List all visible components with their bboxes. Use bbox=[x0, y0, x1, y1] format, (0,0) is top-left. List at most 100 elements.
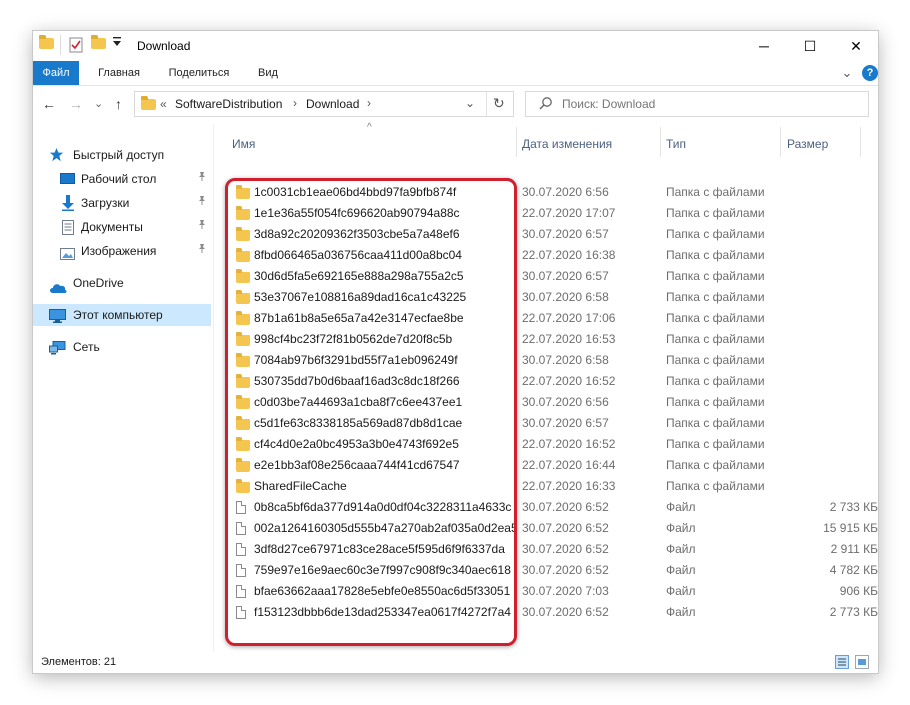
tab-file[interactable]: Файл bbox=[33, 61, 79, 85]
folder-icon bbox=[236, 437, 250, 451]
folder-icon bbox=[236, 458, 250, 472]
file-type: Папка с файлами bbox=[666, 227, 765, 241]
folder-icon bbox=[236, 395, 250, 409]
forward-button[interactable]: → bbox=[69, 96, 83, 112]
tab-view[interactable]: Вид bbox=[253, 61, 283, 85]
navigation-pane: Быстрый доступ Рабочий стол Загрузки Док… bbox=[33, 124, 214, 652]
sidebar-item-quick-access[interactable]: Быстрый доступ bbox=[33, 144, 211, 166]
maximize-button[interactable]: ☐ bbox=[787, 31, 833, 61]
breadcrumb-download[interactable]: Download bbox=[306, 97, 359, 111]
folder-row[interactable]: cf4c4d0e2a0bc4953a3b0e4743f692e5 22.07.20… bbox=[214, 434, 878, 455]
file-name: 759e97e16e9aec60c3e7f997c908f9c340aec618 bbox=[254, 563, 511, 577]
folder-row[interactable]: 530735dd7b0d6baaf16ad3c8dc18f266 22.07.20… bbox=[214, 371, 878, 392]
sidebar-item-network[interactable]: Сеть bbox=[33, 336, 211, 358]
file-date: 30.07.2020 6:52 bbox=[522, 542, 609, 556]
customize-toolbar-icon[interactable] bbox=[113, 37, 121, 50]
folder-row[interactable]: c5d1fe63c8338185a569ad87db8d1cae 30.07.20… bbox=[214, 413, 878, 434]
pin-icon[interactable] bbox=[197, 240, 207, 262]
file-row[interactable]: bfae63662aaa17828e5ebfe0e8550ac6d5f33051… bbox=[214, 581, 878, 602]
refresh-button[interactable]: ↻ bbox=[493, 95, 505, 112]
breadcrumb-softwaredistribution[interactable]: SoftwareDistribution bbox=[175, 97, 282, 111]
file-name: 530735dd7b0d6baaf16ad3c8dc18f266 bbox=[254, 374, 460, 388]
file-name: 3df8d27ce67971c83ce28ace5f595d6f9f6337da bbox=[254, 542, 505, 556]
breadcrumb-chevron-icon[interactable]: › bbox=[293, 96, 297, 110]
file-date: 22.07.2020 16:52 bbox=[522, 437, 616, 451]
sidebar-item-onedrive[interactable]: OneDrive bbox=[33, 272, 211, 294]
column-header-name[interactable]: Имя bbox=[232, 137, 255, 151]
address-bar[interactable]: « SoftwareDistribution › Download › ⌄ ↻ bbox=[134, 91, 514, 117]
sidebar-item-this-pc[interactable]: Этот компьютер bbox=[33, 304, 211, 326]
ribbon-collapse-icon[interactable]: ⌄ bbox=[839, 61, 855, 85]
folder-row[interactable]: 53e37067e108816a89dad16ca1c43225 30.07.20… bbox=[214, 287, 878, 308]
address-history-icon[interactable]: ⌄ bbox=[465, 96, 475, 110]
tab-home[interactable]: Главная bbox=[91, 61, 147, 85]
column-divider[interactable] bbox=[660, 127, 661, 157]
search-input[interactable] bbox=[560, 96, 854, 112]
pin-icon[interactable] bbox=[197, 216, 207, 238]
sidebar-item-desktop[interactable]: Рабочий стол bbox=[33, 168, 211, 190]
recent-locations-button[interactable]: ⌄ bbox=[94, 97, 103, 110]
help-icon[interactable]: ? bbox=[862, 65, 878, 81]
file-icon bbox=[236, 585, 246, 598]
file-row[interactable]: f153123dbbb6de13dad253347ea0617f4272f7a4… bbox=[214, 602, 878, 623]
file-date: 30.07.2020 7:03 bbox=[522, 584, 609, 598]
column-divider[interactable] bbox=[860, 127, 861, 157]
tab-share[interactable]: Поделиться bbox=[160, 61, 238, 85]
file-name: 0b8ca5bf6da377d914a0d0df04c3228311a4633c bbox=[254, 500, 512, 514]
folder-row[interactable]: 1c0031cb1eae06bd4bbd97fa9bfb874f 30.07.20… bbox=[214, 182, 878, 203]
back-button[interactable]: ← bbox=[42, 96, 56, 112]
file-type: Папка с файлами bbox=[666, 269, 765, 283]
folder-row[interactable]: 8fbd066465a036756caa411d00a8bc04 22.07.20… bbox=[214, 245, 878, 266]
pin-icon[interactable] bbox=[197, 192, 207, 214]
new-folder-icon[interactable] bbox=[91, 35, 106, 52]
large-icons-view-icon[interactable] bbox=[855, 655, 869, 669]
sidebar-item-label: Этот компьютер bbox=[73, 308, 163, 322]
close-button[interactable]: ✕ bbox=[833, 31, 878, 61]
file-row[interactable]: 002a1264160305d555b47a270ab2af035a0d2ea5… bbox=[214, 518, 878, 539]
file-icon bbox=[236, 522, 246, 535]
file-size: 906 КБ bbox=[839, 584, 878, 598]
pin-icon[interactable] bbox=[197, 168, 207, 190]
folder-icon bbox=[236, 269, 250, 283]
file-row[interactable]: 0b8ca5bf6da377d914a0d0df04c3228311a4633c… bbox=[214, 497, 878, 518]
file-name: SharedFileCache bbox=[254, 479, 347, 493]
folder-row[interactable]: 3d8a92c20209362f3503cbe5a7a48ef6 30.07.20… bbox=[214, 224, 878, 245]
column-header-type[interactable]: Тип bbox=[666, 137, 686, 151]
folder-row[interactable]: 30d6d5fa5e692165e888a298a755a2c5 30.07.20… bbox=[214, 266, 878, 287]
sidebar-item-documents[interactable]: Документы bbox=[33, 216, 211, 238]
file-date: 30.07.2020 6:52 bbox=[522, 500, 609, 514]
folder-row[interactable]: 7084ab97b6f3291bd55f7a1eb096249f 30.07.20… bbox=[214, 350, 878, 371]
ribbon-tabs: Файл Главная Поделиться Вид ⌄ ? bbox=[33, 61, 878, 86]
folder-row[interactable]: 87b1a61b8a5e65a7a42e3147ecfae8be 22.07.20… bbox=[214, 308, 878, 329]
folder-row[interactable]: c0d03be7a44693a1cba8f7c6ee437ee1 30.07.20… bbox=[214, 392, 878, 413]
breadcrumb-chevron-icon[interactable]: › bbox=[367, 96, 371, 110]
minimize-button[interactable]: ─ bbox=[741, 31, 787, 61]
folder-row[interactable]: SharedFileCache 22.07.2020 16:33 Папка с ф… bbox=[214, 476, 878, 497]
file-name: 30d6d5fa5e692165e888a298a755a2c5 bbox=[254, 269, 464, 283]
folder-row[interactable]: e2e1bb3af08e256caaa744f41cd67547 22.07.20… bbox=[214, 455, 878, 476]
document-icon bbox=[62, 220, 74, 242]
properties-icon[interactable] bbox=[69, 37, 83, 56]
search-box[interactable] bbox=[525, 91, 869, 117]
file-date: 22.07.2020 16:44 bbox=[522, 458, 616, 472]
file-row[interactable]: 759e97e16e9aec60c3e7f997c908f9c340aec618… bbox=[214, 560, 878, 581]
details-view-icon[interactable] bbox=[835, 655, 849, 669]
column-divider[interactable] bbox=[516, 127, 517, 157]
file-row[interactable]: 3df8d27ce67971c83ce28ace5f595d6f9f6337da… bbox=[214, 539, 878, 560]
item-count: Элементов: 21 bbox=[41, 656, 117, 668]
column-divider[interactable] bbox=[780, 127, 781, 157]
file-name: 998cf4bc23f72f81b0562de7d20f8c5b bbox=[254, 332, 453, 346]
sidebar-item-downloads[interactable]: Загрузки bbox=[33, 192, 211, 214]
address-overflow-icon[interactable]: « bbox=[160, 97, 167, 111]
up-button[interactable]: ↑ bbox=[115, 96, 122, 112]
network-icon bbox=[49, 340, 66, 362]
file-date: 30.07.2020 6:52 bbox=[522, 563, 609, 577]
sidebar-item-pictures[interactable]: Изображения bbox=[33, 240, 211, 262]
sidebar-item-label: Сеть bbox=[73, 340, 100, 354]
folder-icon bbox=[236, 332, 250, 346]
folder-row[interactable]: 998cf4bc23f72f81b0562de7d20f8c5b 22.07.20… bbox=[214, 329, 878, 350]
file-type: Папка с файлами bbox=[666, 353, 765, 367]
folder-row[interactable]: 1e1e36a55f054fc696620ab90794a88c 22.07.20… bbox=[214, 203, 878, 224]
column-header-date[interactable]: Дата изменения bbox=[522, 137, 612, 151]
column-header-size[interactable]: Размер bbox=[787, 137, 828, 151]
